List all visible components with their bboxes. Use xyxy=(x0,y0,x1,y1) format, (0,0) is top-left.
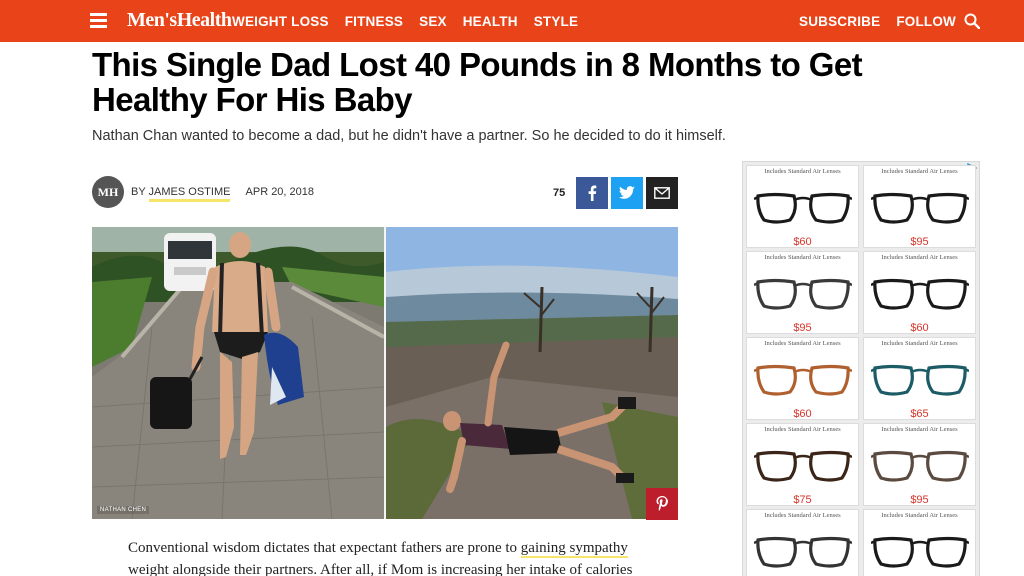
ad-product-grid: Includes Standard Air Lenses $60 Includes … xyxy=(746,165,976,576)
hero-image xyxy=(92,227,678,519)
ad-product-caption: Includes Standard Air Lenses xyxy=(881,512,958,519)
subscribe-link[interactable]: SUBSCRIBE xyxy=(799,14,880,29)
eyeglasses-icon xyxy=(754,364,852,396)
facebook-share-button[interactable] xyxy=(576,177,608,209)
ad-product-price: $95 xyxy=(793,322,812,334)
pinterest-save-button[interactable] xyxy=(646,488,678,520)
ad-product-price: $60 xyxy=(793,408,812,420)
ad-product-caption: Includes Standard Air Lenses xyxy=(764,254,841,261)
ad-product-tile[interactable]: Includes Standard Air Lenses $95 xyxy=(863,165,976,248)
ad-product-price: $95 xyxy=(910,236,929,248)
ad-product-caption: Includes Standard Air Lenses xyxy=(764,512,841,519)
nav-link-fitness[interactable]: FITNESS xyxy=(345,14,403,29)
eyeglasses-icon xyxy=(871,450,969,482)
eyeglasses-icon xyxy=(871,536,969,568)
nav-right: SUBSCRIBE FOLLOW xyxy=(783,0,956,42)
search-icon[interactable] xyxy=(964,13,980,29)
eyeglasses-icon xyxy=(754,536,852,568)
ad-product-caption: Includes Standard Air Lenses xyxy=(764,426,841,433)
photo-credit: NATHAN CHEN xyxy=(97,506,150,514)
ad-product-price: $95 xyxy=(910,494,929,506)
author-avatar[interactable]: MH xyxy=(92,176,124,208)
eyeglasses-icon xyxy=(871,278,969,310)
ad-product-tile[interactable]: Includes Standard Air Lenses $95 xyxy=(746,251,859,334)
ad-product-tile[interactable]: Includes Standard Air Lenses $60 xyxy=(746,337,859,420)
ad-product-price: $60 xyxy=(910,322,929,334)
ad-product-caption: Includes Standard Air Lenses xyxy=(764,340,841,347)
top-nav: Men'sHealth WEIGHT LOSS FITNESS SEX HEAL… xyxy=(0,0,1024,42)
ad-product-price: $60 xyxy=(793,236,812,248)
ad-product-tile[interactable]: Includes Standard Air Lenses xyxy=(863,509,976,576)
nav-link-style[interactable]: STYLE xyxy=(534,14,579,29)
ad-product-tile[interactable]: Includes Standard Air Lenses $60 xyxy=(863,251,976,334)
eyeglasses-icon xyxy=(754,192,852,224)
hero-photo-collage xyxy=(92,227,678,519)
twitter-icon xyxy=(619,186,635,199)
ad-product-price: $75 xyxy=(793,494,812,506)
email-share-button[interactable] xyxy=(646,177,678,209)
twitter-share-button[interactable] xyxy=(611,177,643,209)
body-text-end: weight alongside their partners. After a… xyxy=(128,562,633,576)
menu-icon[interactable] xyxy=(90,13,107,28)
ad-product-caption: Includes Standard Air Lenses xyxy=(764,168,841,175)
ad-product-tile[interactable]: Includes Standard Air Lenses xyxy=(746,509,859,576)
byline-prefix: BY xyxy=(131,186,146,198)
ad-product-price: $65 xyxy=(910,408,929,420)
author-link[interactable]: JAMES OSTIME xyxy=(148,186,231,202)
follow-link[interactable]: FOLLOW xyxy=(896,14,956,29)
share-count: 75 xyxy=(553,187,566,199)
site-logo[interactable]: Men'sHealth xyxy=(127,9,232,32)
nav-link-health[interactable]: HEALTH xyxy=(463,14,518,29)
eyeglasses-ad[interactable]: Includes Standard Air Lenses $60 Includes … xyxy=(742,161,980,576)
article-headline: This Single Dad Lost 40 Pounds in 8 Mont… xyxy=(92,46,863,118)
ad-product-tile[interactable]: Includes Standard Air Lenses $60 xyxy=(746,165,859,248)
eyeglasses-icon xyxy=(754,278,852,310)
eyeglasses-icon xyxy=(871,192,969,224)
body-text-start: Conventional wisdom dictates that expect… xyxy=(128,540,521,556)
byline: BY JAMES OSTIME APR 20, 2018 xyxy=(131,186,315,202)
ad-product-tile[interactable]: Includes Standard Air Lenses $95 xyxy=(863,423,976,506)
facebook-icon xyxy=(588,185,597,201)
eyeglasses-icon xyxy=(871,364,969,396)
publish-date: APR 20, 2018 xyxy=(245,186,315,198)
ad-product-tile[interactable]: Includes Standard Air Lenses $75 xyxy=(746,423,859,506)
eyeglasses-icon xyxy=(754,450,852,482)
ad-product-caption: Includes Standard Air Lenses xyxy=(881,426,958,433)
article-dek: Nathan Chan wanted to become a dad, but … xyxy=(92,128,726,144)
nav-links: WEIGHT LOSS FITNESS SEX HEALTH STYLE xyxy=(232,0,594,42)
envelope-icon xyxy=(654,187,670,199)
ad-product-caption: Includes Standard Air Lenses xyxy=(881,340,958,347)
gaining-sympathy-link[interactable]: gaining sympathy xyxy=(520,540,628,558)
pinterest-icon xyxy=(656,496,668,511)
nav-link-sex[interactable]: SEX xyxy=(419,14,447,29)
ad-product-tile[interactable]: Includes Standard Air Lenses $65 xyxy=(863,337,976,420)
nav-link-weight-loss[interactable]: WEIGHT LOSS xyxy=(232,14,329,29)
article-body-paragraph: Conventional wisdom dictates that expect… xyxy=(128,537,668,576)
ad-product-caption: Includes Standard Air Lenses xyxy=(881,168,958,175)
ad-product-caption: Includes Standard Air Lenses xyxy=(881,254,958,261)
